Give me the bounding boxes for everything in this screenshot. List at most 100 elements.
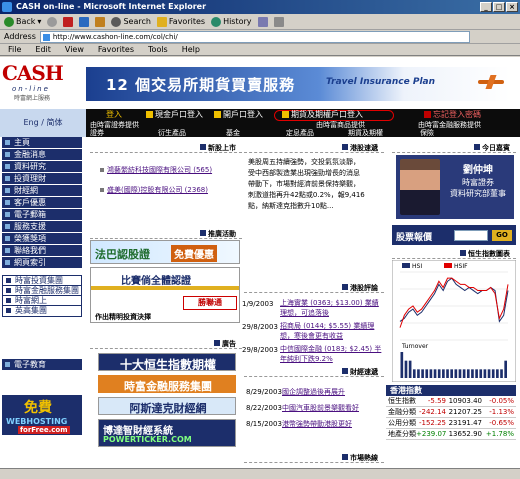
today-guest-title: 今日嘉賓 (482, 144, 510, 152)
sidebar-item-contact[interactable]: 聯絡我們 (2, 245, 82, 256)
comment-link-3[interactable]: 中信國際金融 (0183; $2.45) 半年純利下跌9.2% (280, 344, 381, 364)
turnover-bar (500, 369, 503, 378)
sidebar-item-research[interactable]: 資料研究 (2, 161, 82, 172)
sidebar-item-index[interactable]: 網頁索引 (2, 257, 82, 268)
menu-help[interactable]: Help (182, 45, 200, 54)
cash-logo[interactable]: CASH on-line 時富網上服務 (2, 61, 82, 107)
top-banner-ad[interactable]: 12 個交易所期貨買賣服務 Travel Insurance Plan (86, 67, 510, 101)
menu-securities[interactable]: 證券 (90, 129, 104, 137)
sidebar-item-investment[interactable]: 投資理財 (2, 173, 82, 184)
home-icon (95, 16, 106, 27)
finance-link-2[interactable]: 中國汽車股前景樂觀看好 (282, 403, 359, 413)
stop-icon (63, 16, 74, 27)
history-button[interactable]: History (211, 16, 252, 27)
table-row[interactable]: 金融分類 -242.14 21207.25 -1.13% (386, 407, 516, 418)
comment-link-2[interactable]: 招商局 (0144; $5.55) 業績理 想，寒後會更有收益 (280, 321, 374, 341)
index-value: 23191.47 (448, 419, 482, 427)
menu-fixed-income[interactable]: 定息產品 (286, 129, 314, 137)
section-icon (460, 250, 466, 256)
favorites-button[interactable]: Favorites (156, 16, 205, 27)
cash-financial-ad[interactable]: 時富金融服務集團 (98, 375, 236, 393)
sidebar-item-partner[interactable]: 電子教育 (2, 359, 82, 370)
sidebar-item-awards[interactable]: 榮獲獎項 (2, 233, 82, 244)
minimize-button[interactable]: _ (480, 2, 492, 12)
back-button[interactable]: Back ▾ (4, 16, 41, 27)
menu-favorites[interactable]: Favorites (98, 45, 134, 54)
legend-swatch-hsif (444, 263, 452, 268)
language-switch[interactable]: Eng / 简体 (0, 109, 86, 137)
turnover-bar (454, 369, 458, 378)
finance-link-1[interactable]: 國企調整過後再展升 (282, 387, 345, 397)
turnover-bar (471, 369, 474, 378)
close-button[interactable]: × (506, 2, 518, 12)
stock-go-button[interactable]: GO (492, 230, 512, 241)
finance-date-3: 8/15/2003 (246, 420, 282, 428)
home-button[interactable] (95, 16, 106, 27)
table-row[interactable]: 公用分類 -152.25 23191.47 -0.65% (386, 418, 516, 429)
market-watch-text[interactable]: 美股周五持續強勢，交投氣氛淡靜， 受中西部製造業出現強勁增長的消息 帶動下，市場… (248, 157, 365, 212)
sidebar-item-cash-financial[interactable]: 時富金融服務集團 (3, 286, 81, 296)
menu-view[interactable]: View (65, 45, 84, 54)
powerticker-ad[interactable]: 博達智財經系統 POWERTICKER.COM (98, 419, 236, 447)
ad1-badge: 免費優惠 (171, 245, 217, 262)
search-label: Search (123, 17, 151, 26)
sidebar-item-home[interactable]: 主頁 (2, 137, 82, 148)
search-button[interactable]: Search (111, 16, 151, 27)
refresh-button[interactable] (79, 16, 90, 27)
menu-tools[interactable]: Tools (148, 45, 168, 54)
finance-link-3[interactable]: 港幣強勢帶動港股更好 (282, 419, 352, 429)
sidebar-item-news[interactable]: 金融消息 (2, 149, 82, 160)
menu-file[interactable]: File (8, 45, 21, 54)
print-button[interactable] (273, 16, 284, 27)
sidebar-item-finance-net[interactable]: 財經網 (2, 185, 82, 196)
maximize-button[interactable]: □ (493, 2, 505, 12)
login-icon (146, 111, 153, 118)
sidebar-item-email[interactable]: 電子郵箱 (2, 209, 82, 220)
guest-card[interactable]: 劉仲坤 時富證券 資料研究部董事 (396, 155, 514, 219)
stock-code-input[interactable] (454, 230, 488, 241)
comment-title-1: 上海實業 (0363; $13.00) 業績 (280, 299, 379, 307)
menu-futures[interactable]: 期貨及期權 (348, 129, 383, 137)
comment-link-1[interactable]: 上海實業 (0363; $13.00) 業績 理想，可追落後 (280, 298, 379, 318)
new-listing-label-2: 盛美(國際)控股有限公司 (2368) (107, 186, 208, 194)
webhosting-ad[interactable]: 免費 WEBHOSTING forFree.com (2, 395, 82, 435)
market-comment-title: 港股評論 (350, 284, 378, 292)
cash-login-link[interactable]: 現金戶口登入 (146, 109, 203, 121)
bnp-warrant-ad[interactable]: 法巴認股證 免費優惠 (90, 240, 240, 264)
address-bar: Address http://www.cashon-line.com/col/c… (0, 30, 520, 44)
forgot-password-link[interactable]: 忘記登入密碼 (424, 109, 481, 121)
forward-button[interactable] (47, 16, 58, 27)
futures-login-link[interactable]: 期貨及期權戶口登入 (282, 109, 363, 121)
sidebar-item-cash-online[interactable]: 時富網上 (3, 296, 81, 306)
menu-insurance[interactable]: 保險 (420, 129, 434, 137)
sidebar-item-offers[interactable]: 客戶優惠 (2, 197, 82, 208)
address-input[interactable]: http://www.cashon-line.com/col/chi/ (39, 30, 470, 43)
new-listing-item-1[interactable]: 鴻藝縈紡科技國際有限公司 (565) (100, 165, 212, 175)
market-comment-header: 港股評論 (244, 283, 384, 293)
table-row[interactable]: 恒生指數 -5.59 10903.40 -0.05% (386, 396, 516, 407)
menu-edit[interactable]: Edit (35, 45, 51, 54)
ad-forfree-text: forFree.com (18, 426, 70, 434)
sidebar-item-cash-group[interactable]: 時富投資集團 (3, 276, 81, 286)
mail-button[interactable] (257, 16, 268, 27)
new-listing-item-2[interactable]: 盛美(國際)控股有限公司 (2368) (100, 185, 208, 195)
ad2-title: 比賽倘全體認證 (121, 276, 191, 287)
hsi-chart[interactable]: HSI HSIF Turnover (392, 260, 516, 382)
legend-hsi: HSI (412, 263, 422, 270)
aastocks-ad[interactable]: 阿斯達克財經網 (98, 397, 236, 415)
stop-button[interactable] (63, 16, 74, 27)
sidebar-item-ingo[interactable]: 英高集團 (3, 306, 81, 316)
menu-derivatives[interactable]: 衍生產品 (158, 129, 186, 137)
section-icon (474, 144, 480, 150)
index-change: +239.07 (416, 430, 447, 438)
star-icon (156, 16, 167, 27)
hsi-options-ad[interactable]: 十大恒生指數期權 (98, 353, 236, 371)
table-row[interactable]: 地產分類 +239.07 13652.90 +1.78% (386, 429, 516, 440)
forgot-label: 忘記登入密碼 (433, 110, 481, 119)
contest-ad[interactable]: 比賽倘全體認證 勝聯通 作出精明投資決擇 (90, 267, 240, 323)
sidebar-item-support[interactable]: 服務支援 (2, 221, 82, 232)
legend-hsif: HSIF (454, 263, 468, 270)
menu-funds[interactable]: 基金 (226, 129, 240, 137)
open-account-link[interactable]: 開戶口登入 (214, 109, 263, 121)
turnover-bar (425, 369, 429, 378)
